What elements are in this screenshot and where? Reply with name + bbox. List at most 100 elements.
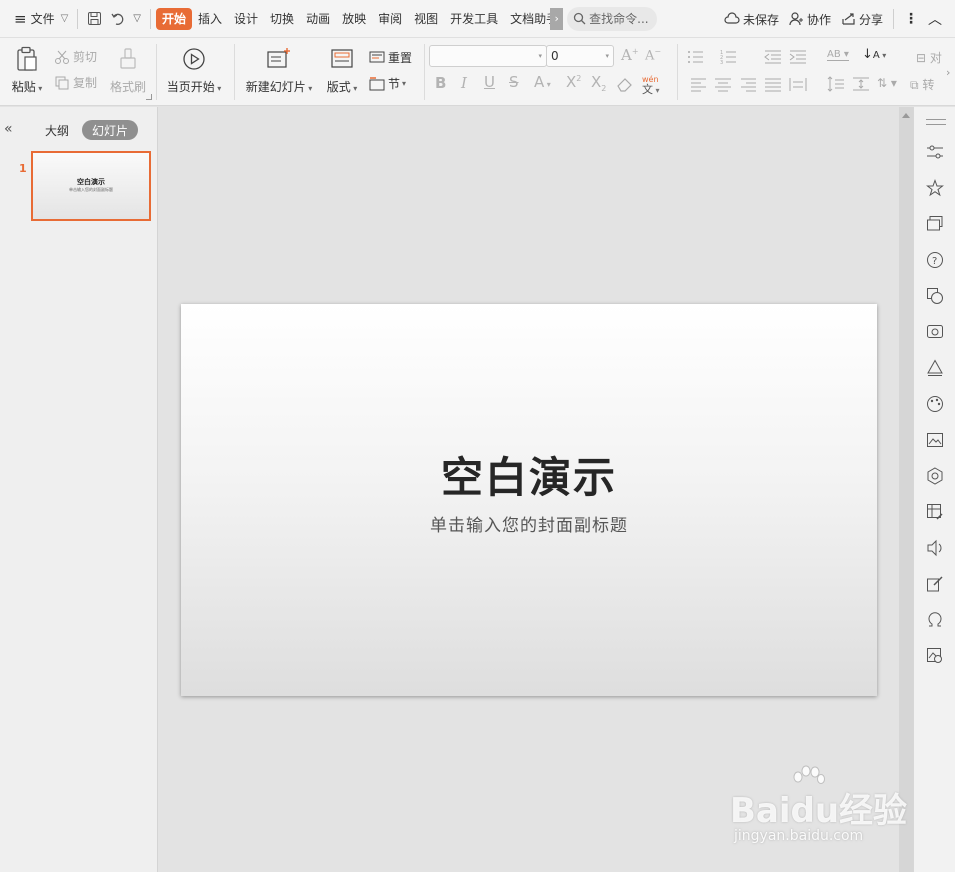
divider	[150, 8, 151, 29]
font-size-value: 0	[551, 49, 559, 63]
collab-label: 协作	[806, 12, 831, 27]
file-menu[interactable]: ≡ 文件 ▽	[10, 7, 72, 31]
collapse-panel-icon[interactable]: «	[4, 121, 13, 137]
fill-color-icon[interactable]	[926, 359, 944, 377]
decrease-font-icon[interactable]: A−	[645, 47, 661, 63]
image-settings-icon[interactable]	[926, 647, 944, 665]
justify-icon[interactable]	[764, 76, 782, 92]
shapes-icon[interactable]	[926, 287, 944, 305]
tab-outline[interactable]: 大纲	[45, 120, 69, 140]
divider	[677, 44, 678, 100]
hexagon-icon[interactable]	[926, 467, 944, 485]
help-icon[interactable]: ?	[926, 251, 944, 269]
tab-slides[interactable]: 幻灯片	[82, 120, 139, 140]
save-button[interactable]	[83, 7, 106, 31]
font-name-select[interactable]: ▾	[429, 45, 547, 67]
slide-canvas: 空白演示 单击输入您的封面副标题	[159, 107, 899, 872]
settings-sliders-icon[interactable]	[926, 143, 944, 161]
table-edit-icon[interactable]	[926, 503, 944, 521]
superscript-icon[interactable]: X2	[566, 73, 581, 91]
line-spacing-icon[interactable]	[827, 76, 845, 92]
tab-home[interactable]: 开始	[156, 7, 193, 30]
format-painter-button[interactable]: 格式刷	[108, 38, 148, 95]
star-icon[interactable]	[926, 179, 944, 197]
increase-font-icon[interactable]: A+	[621, 46, 639, 64]
user-add-icon	[789, 12, 803, 26]
quick-access-dropdown[interactable]: ▽	[129, 7, 145, 31]
italic-icon[interactable]: I	[461, 74, 467, 92]
decrease-indent-icon[interactable]	[764, 49, 782, 65]
drag-handle-icon[interactable]	[926, 119, 946, 125]
image-icon[interactable]	[926, 431, 944, 449]
unsaved-status[interactable]: 未保存	[719, 11, 784, 28]
chevron-right-icon: ›	[554, 12, 559, 25]
collaborate-button[interactable]: 协作	[784, 11, 836, 28]
undo-button[interactable]	[106, 7, 129, 31]
scroll-up-arrow[interactable]	[902, 113, 910, 118]
layout-button[interactable]: 版式 ▾	[324, 38, 360, 95]
sort-direction-icon[interactable]: ↓A ▾	[862, 47, 886, 62]
play-from-current-button[interactable]: 当页开始 ▾	[163, 38, 225, 95]
bold-icon[interactable]: B	[435, 74, 446, 92]
collapse-ribbon-button[interactable]: ︿	[923, 9, 947, 29]
underline-icon[interactable]: U	[484, 73, 495, 91]
cut-button[interactable]: 剪切	[54, 48, 97, 65]
text-box-ab-icon[interactable]: AB ▾	[827, 49, 849, 61]
bullet-list-icon[interactable]	[687, 49, 705, 65]
command-search[interactable]: 查找命令...	[567, 6, 658, 31]
layout-label: 版式	[326, 80, 351, 94]
tab-animations[interactable]: 动画	[300, 8, 336, 30]
text-direction-icon[interactable]: ⇅ ▾	[877, 76, 897, 90]
align-center-icon[interactable]	[714, 76, 732, 92]
tab-design[interactable]: 设计	[228, 8, 264, 30]
omega-symbol-icon[interactable]	[926, 611, 944, 629]
chevron-right-icon[interactable]: ›	[946, 66, 950, 79]
palette-icon[interactable]	[926, 395, 944, 413]
animation-icon[interactable]	[926, 323, 944, 341]
copy-button[interactable]: 复制	[54, 74, 97, 91]
current-slide[interactable]: 空白演示 单击输入您的封面副标题	[181, 304, 877, 696]
menu-bar: ≡ 文件 ▽ ▽ 开始 插入 设计 切换 动画 放映 审阅 视图 开发工具 文档…	[0, 0, 955, 38]
more-options-button[interactable]: ⋮	[899, 11, 923, 27]
strikethrough-icon[interactable]: S	[509, 73, 519, 91]
phonetic-guide-icon[interactable]: wén 文 ▾	[642, 74, 660, 96]
font-size-select[interactable]: 0 ▾	[546, 45, 614, 67]
tab-doc-assistant[interactable]: 文档助手	[504, 8, 550, 30]
paste-button[interactable]: 粘贴 ▾	[10, 38, 44, 95]
tab-slideshow[interactable]: 放映	[336, 8, 372, 30]
edit-doc-icon[interactable]	[926, 575, 944, 593]
align-left-icon[interactable]	[690, 76, 708, 92]
align-right-icon[interactable]	[739, 76, 757, 92]
tab-review[interactable]: 审阅	[372, 8, 408, 30]
paste-label: 粘贴	[11, 80, 36, 94]
share-label: 分享	[858, 12, 883, 27]
section-button[interactable]: 节 ▾	[369, 75, 406, 92]
tab-view[interactable]: 视图	[408, 8, 444, 30]
font-color-icon[interactable]: A ▾	[534, 73, 551, 91]
paragraph-spacing-icon[interactable]	[852, 76, 870, 92]
slide-thumbnail[interactable]: 空白演示 单击输入您的封面副标题	[31, 151, 151, 221]
tab-developer[interactable]: 开发工具	[444, 8, 504, 30]
slide-number: 1	[19, 162, 27, 175]
tab-transitions[interactable]: 切换	[264, 8, 300, 30]
subscript-icon[interactable]: X2	[591, 73, 606, 93]
reset-button[interactable]: 重置	[369, 49, 412, 66]
slide-transition-icon[interactable]	[926, 215, 944, 233]
numbered-list-icon[interactable]: 123	[720, 49, 738, 65]
svg-text:3: 3	[720, 60, 723, 65]
caret-icon: ▾	[350, 84, 358, 93]
speaker-icon[interactable]	[926, 539, 944, 557]
vertical-scrollbar[interactable]	[899, 107, 913, 872]
new-slide-button[interactable]: 新建幻灯片 ▾	[243, 38, 315, 95]
distribute-icon[interactable]	[789, 76, 807, 92]
increase-indent-icon[interactable]	[789, 49, 807, 65]
align-text-icon[interactable]: ⊟ 对	[916, 49, 942, 66]
eraser-icon[interactable]	[616, 76, 634, 92]
slide-subtitle[interactable]: 单击输入您的封面副标题	[181, 511, 877, 536]
tab-insert[interactable]: 插入	[192, 8, 228, 30]
clipboard-launcher-icon[interactable]	[146, 94, 152, 100]
share-button[interactable]: 分享	[836, 11, 888, 28]
more-tabs-button[interactable]: ›	[550, 7, 564, 30]
slide-title[interactable]: 空白演示	[181, 444, 877, 505]
convert-icon[interactable]: ⧉ 转	[910, 76, 934, 93]
